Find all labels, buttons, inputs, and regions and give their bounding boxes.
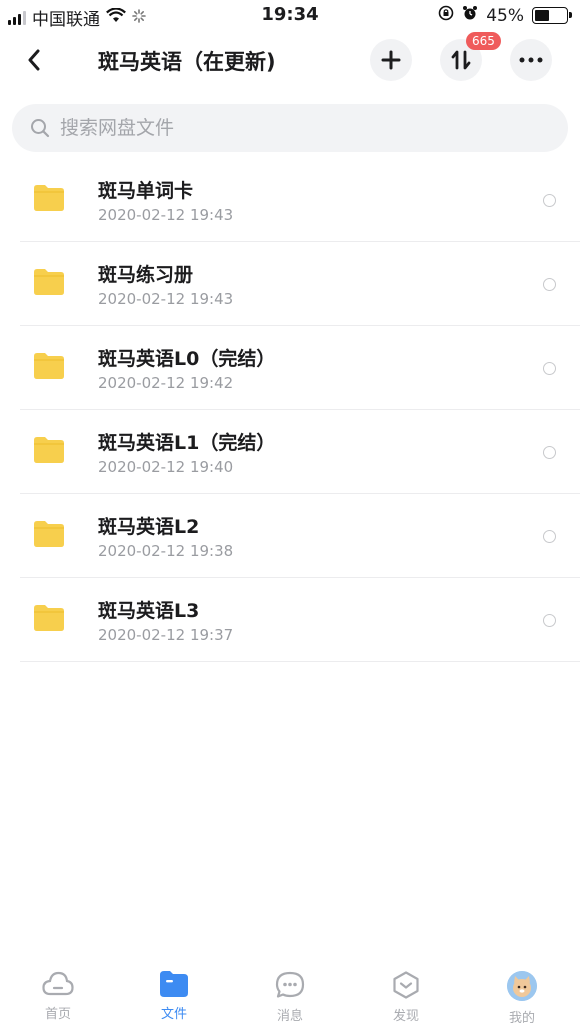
folder-icon — [34, 605, 64, 631]
list-item[interactable]: 斑马英语L3 2020-02-12 19:37 — [0, 578, 580, 662]
file-name: 斑马英语L1（完结） — [98, 432, 276, 454]
chat-bubble-icon — [275, 971, 305, 998]
folder-icon — [34, 521, 64, 547]
file-date: 2020-02-12 19:43 — [98, 290, 234, 308]
more-dots-icon — [519, 57, 543, 63]
tab-profile[interactable]: 我的 — [464, 965, 580, 1031]
tab-label: 消息 — [276, 1009, 303, 1024]
avatar — [507, 971, 537, 1001]
transfer-button[interactable]: 665 — [440, 32, 501, 81]
plus-icon — [381, 50, 401, 70]
more-button[interactable] — [510, 39, 552, 81]
back-button[interactable] — [18, 44, 50, 76]
divider — [20, 661, 580, 662]
tab-home[interactable]: 首页 — [0, 965, 116, 1031]
orientation-lock-icon — [438, 5, 454, 26]
tab-label: 文件 — [160, 1007, 187, 1022]
list-item[interactable]: 斑马练习册 2020-02-12 19:43 — [0, 242, 580, 326]
cat-avatar-icon — [507, 971, 537, 1001]
file-date: 2020-02-12 19:40 — [98, 458, 234, 476]
chevron-left-icon — [28, 49, 40, 71]
file-date: 2020-02-12 19:43 — [98, 206, 234, 224]
folder-icon — [34, 437, 64, 463]
folder-icon — [34, 269, 64, 295]
alarm-icon — [462, 5, 478, 26]
battery-percent: 45% — [486, 5, 524, 26]
tab-label: 首页 — [44, 1007, 71, 1022]
file-name: 斑马单词卡 — [98, 180, 194, 202]
folder-icon — [34, 185, 64, 211]
nav-bar: 斑马英语（在更新) 665 — [0, 32, 580, 88]
file-name: 斑马英语L3 — [98, 600, 200, 622]
search-input[interactable] — [60, 117, 540, 139]
file-date: 2020-02-12 19:42 — [98, 374, 234, 392]
tab-discover[interactable]: 发现 — [348, 965, 464, 1031]
file-date: 2020-02-12 19:38 — [98, 542, 234, 560]
select-radio[interactable] — [543, 446, 556, 459]
file-name: 斑马英语L0（完结） — [98, 348, 276, 370]
select-radio[interactable] — [543, 194, 556, 207]
file-name: 斑马英语L2 — [98, 516, 200, 538]
select-radio[interactable] — [543, 362, 556, 375]
tab-label: 我的 — [508, 1011, 535, 1026]
transfer-count-badge: 665 — [466, 32, 501, 50]
list-item[interactable]: 斑马单词卡 2020-02-12 19:43 — [0, 158, 580, 242]
file-date: 2020-02-12 19:37 — [98, 626, 234, 644]
tab-label: 发现 — [392, 1009, 419, 1024]
transfer-arrows-icon — [451, 50, 471, 70]
tab-files[interactable]: 文件 — [116, 965, 232, 1031]
search-icon — [31, 119, 50, 138]
battery-icon — [532, 7, 572, 24]
search-bar[interactable] — [12, 104, 568, 152]
file-name: 斑马练习册 — [98, 264, 194, 286]
select-radio[interactable] — [543, 530, 556, 543]
file-list: 斑马单词卡 2020-02-12 19:43 斑马练习册 2020-02-12 … — [0, 158, 580, 662]
status-bar: 中国联通 19:34 45% — [0, 0, 580, 32]
discover-icon — [393, 971, 419, 999]
select-radio[interactable] — [543, 278, 556, 291]
folder-icon — [160, 971, 188, 997]
list-item[interactable]: 斑马英语L1（完结） 2020-02-12 19:40 — [0, 410, 580, 494]
list-item[interactable]: 斑马英语L2 2020-02-12 19:38 — [0, 494, 580, 578]
list-item[interactable]: 斑马英语L0（完结） 2020-02-12 19:42 — [0, 326, 580, 410]
add-button[interactable] — [370, 39, 412, 81]
cloud-icon — [42, 971, 74, 996]
status-right: 45% — [438, 5, 572, 26]
page-title: 斑马英语（在更新) — [98, 50, 276, 74]
tab-bar: 首页 文件 消息 发现 我的 — [0, 965, 580, 1031]
folder-icon — [34, 353, 64, 379]
select-radio[interactable] — [543, 614, 556, 627]
tab-messages[interactable]: 消息 — [232, 965, 348, 1031]
